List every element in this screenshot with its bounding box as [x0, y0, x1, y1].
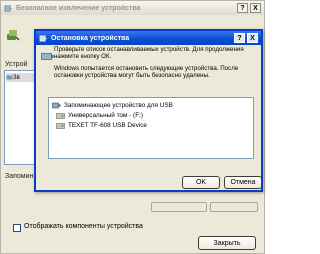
- outer-device-item-label: Зв: [13, 74, 20, 81]
- show-components-checkbox[interactable]: [13, 224, 21, 232]
- outer-window-title: Безопасное извлечение устройства: [16, 4, 141, 12]
- ok-button[interactable]: OK: [182, 176, 220, 189]
- dialog-help-button[interactable]: ?: [234, 33, 245, 43]
- instruction-line-4: остановки устройства могут быть безопасн…: [54, 72, 210, 79]
- properties-button-edge: [151, 202, 207, 212]
- cancel-button[interactable]: Отмена: [224, 176, 262, 189]
- usb-storage-icon: [52, 102, 61, 109]
- usb-icon: [39, 35, 48, 41]
- hardware-icon: [7, 30, 20, 41]
- list-item[interactable]: TEXET TF-608 USB Device: [56, 121, 147, 130]
- dialog-close-button[interactable]: X: [247, 33, 258, 43]
- list-item[interactable]: Запоминающее устройство для USB: [52, 101, 173, 110]
- instruction-line-3: Windows попытается остановить следующие …: [54, 65, 239, 72]
- list-item-label: TEXET TF-608 USB Device: [68, 122, 147, 129]
- instruction-line-2: нажмите кнопку ОК.: [54, 53, 112, 60]
- dialog-title: Остановка устройства: [51, 34, 130, 42]
- drive-icon: [56, 112, 65, 119]
- close-button[interactable]: Закрыть: [198, 236, 256, 250]
- device-icon: [41, 53, 54, 60]
- list-item[interactable]: Универсальный том - (F:): [56, 111, 143, 120]
- outer-title-bar: Безопасное извлечение устройства ? X: [1, 1, 264, 15]
- instruction-line-1: Проверьте список останавливаемых устройс…: [54, 46, 244, 53]
- usb-storage-icon: [6, 75, 13, 80]
- drive-icon: [56, 122, 65, 129]
- show-components-label: Отображать компоненты устройства: [24, 223, 143, 230]
- list-item-label: Запоминающее устройство для USB: [64, 102, 173, 109]
- devices-to-stop-list[interactable]: Запоминающее устройство для USB Универса…: [48, 97, 254, 159]
- component-label: Запомин: [5, 173, 34, 180]
- outer-help-button[interactable]: ?: [237, 3, 248, 13]
- usb-icon: [4, 4, 13, 12]
- list-item-label: Универсальный том - (F:): [68, 112, 143, 119]
- dialog-title-bar: Остановка устройства ? X: [36, 31, 261, 45]
- stop-button-edge: [210, 202, 258, 212]
- devices-label: Устрой: [5, 61, 28, 68]
- stop-device-dialog: Остановка устройства ? X Проверьте списо…: [34, 29, 263, 192]
- outer-close-button[interactable]: X: [250, 3, 261, 13]
